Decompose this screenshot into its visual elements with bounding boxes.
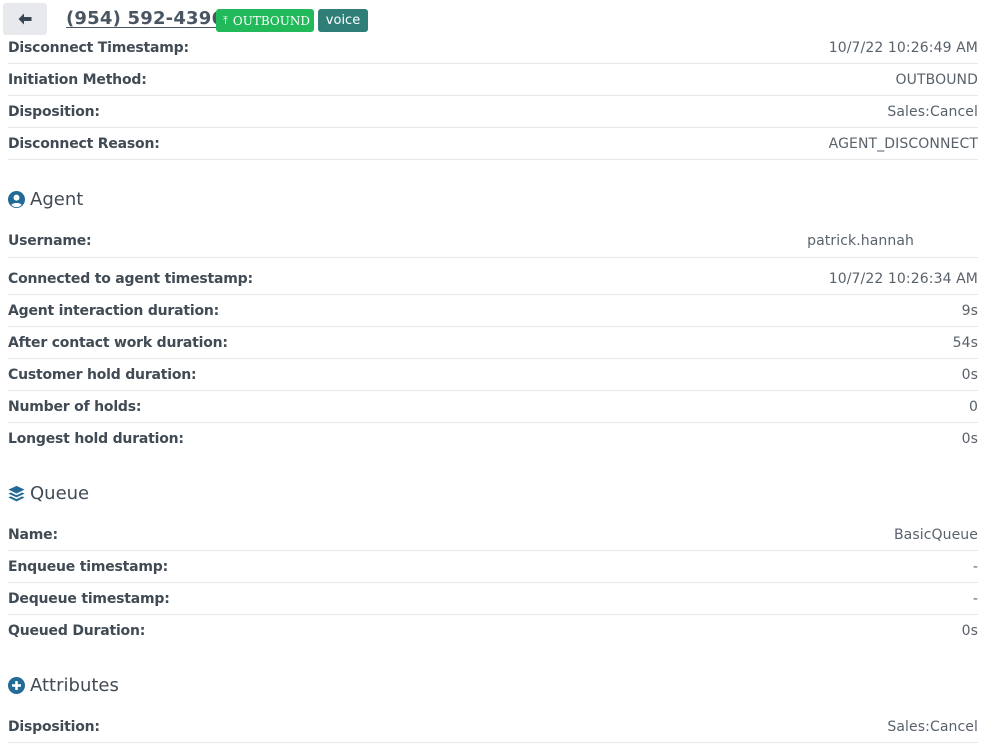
channel-badge: voice	[318, 9, 368, 32]
detail-value: -	[972, 558, 978, 575]
detail-value: 54s	[952, 334, 978, 351]
section-title-text: Attributes	[30, 675, 119, 696]
detail-label: After contact work duration:	[8, 334, 228, 351]
detail-label: Username:	[8, 232, 92, 249]
detail-row-dequeue-timestamp: Dequeue timestamp: -	[8, 583, 978, 615]
detail-row-disposition: Disposition: Sales:Cancel	[8, 96, 978, 128]
detail-row-customer-hold-duration: Customer hold duration: 0s	[8, 359, 978, 391]
detail-value: BasicQueue	[893, 526, 978, 543]
section-title-text: Agent	[30, 189, 84, 210]
user-circle-icon	[8, 191, 25, 208]
detail-row-attribute-disposition: Disposition: Sales:Cancel	[8, 711, 978, 743]
detail-value: 0s	[961, 431, 978, 447]
detail-label: Enqueue timestamp:	[8, 558, 169, 575]
contact-detail-page: Disconnect Timestamp: 10/7/22 10:26:49 A…	[0, 0, 993, 746]
section-title-agent: Agent	[8, 189, 83, 210]
phone-number-link[interactable]: (954) 592-4396	[66, 8, 224, 29]
detail-row-disconnect-reason: Disconnect Reason: AGENT_DISCONNECT	[8, 128, 978, 160]
detail-value: 0	[968, 398, 978, 415]
detail-value: 0s	[961, 366, 978, 383]
detail-row-number-of-holds: Number of holds: 0	[8, 391, 978, 423]
detail-value: AGENT_DISCONNECT	[828, 135, 978, 152]
detail-label: Number of holds:	[8, 398, 142, 415]
detail-label: Customer hold duration:	[8, 366, 197, 383]
detail-value: Sales:Cancel	[887, 718, 978, 735]
detail-row-agent-interaction-duration: Agent interaction duration: 9s	[8, 295, 978, 327]
detail-value: 10/7/22 10:26:34 AM	[828, 270, 978, 287]
detail-value: patrick.hannah	[807, 232, 914, 249]
detail-value: Sales:Cancel	[887, 103, 978, 120]
outbound-badge-label: OUTBOUND	[232, 13, 310, 28]
section-title-text: Queue	[30, 483, 90, 504]
detail-row-queued-duration: Queued Duration: 0s	[8, 615, 978, 647]
contact-header: (954) 592-4396 ⤒ OUTBOUND voice	[0, 0, 993, 40]
plus-circle-icon	[8, 677, 25, 694]
detail-label: Disposition:	[8, 718, 100, 735]
detail-label: Agent interaction duration:	[8, 302, 220, 319]
arrow-up-icon: ⤒	[223, 13, 228, 27]
layers-icon	[8, 485, 25, 502]
channel-badge-label: voice	[325, 13, 361, 28]
detail-value: 9s	[961, 302, 978, 319]
back-button[interactable]	[3, 3, 47, 35]
detail-label: Longest hold duration:	[8, 431, 184, 447]
detail-label: Initiation Method:	[8, 71, 147, 88]
section-title-queue: Queue	[8, 483, 89, 504]
detail-row-connected-timestamp: Connected to agent timestamp: 10/7/22 10…	[8, 263, 978, 295]
detail-value: 10/7/22 10:26:49 AM	[828, 39, 978, 56]
arrow-left-icon	[18, 13, 32, 25]
detail-value: -	[972, 590, 978, 607]
outbound-badge: ⤒ OUTBOUND	[216, 9, 314, 32]
detail-label: Dequeue timestamp:	[8, 590, 170, 607]
detail-label: Queued Duration:	[8, 623, 146, 639]
detail-label: Name:	[8, 526, 58, 543]
detail-row-longest-hold-duration: Longest hold duration: 0s	[8, 423, 978, 455]
detail-value: 0s	[961, 623, 978, 639]
detail-row-queue-name: Name: BasicQueue	[8, 519, 978, 551]
detail-row-username: Username: patrick.hannah	[8, 224, 978, 258]
detail-label: Connected to agent timestamp:	[8, 270, 253, 287]
detail-row-after-contact-work-duration: After contact work duration: 54s	[8, 327, 978, 359]
detail-value: OUTBOUND	[895, 71, 978, 88]
detail-row-initiation-method: Initiation Method: OUTBOUND	[8, 64, 978, 96]
detail-row-enqueue-timestamp: Enqueue timestamp: -	[8, 551, 978, 583]
detail-label: Disconnect Timestamp:	[8, 39, 189, 56]
detail-label: Disposition:	[8, 103, 100, 120]
section-title-attributes: Attributes	[8, 675, 119, 696]
detail-label: Disconnect Reason:	[8, 135, 160, 152]
